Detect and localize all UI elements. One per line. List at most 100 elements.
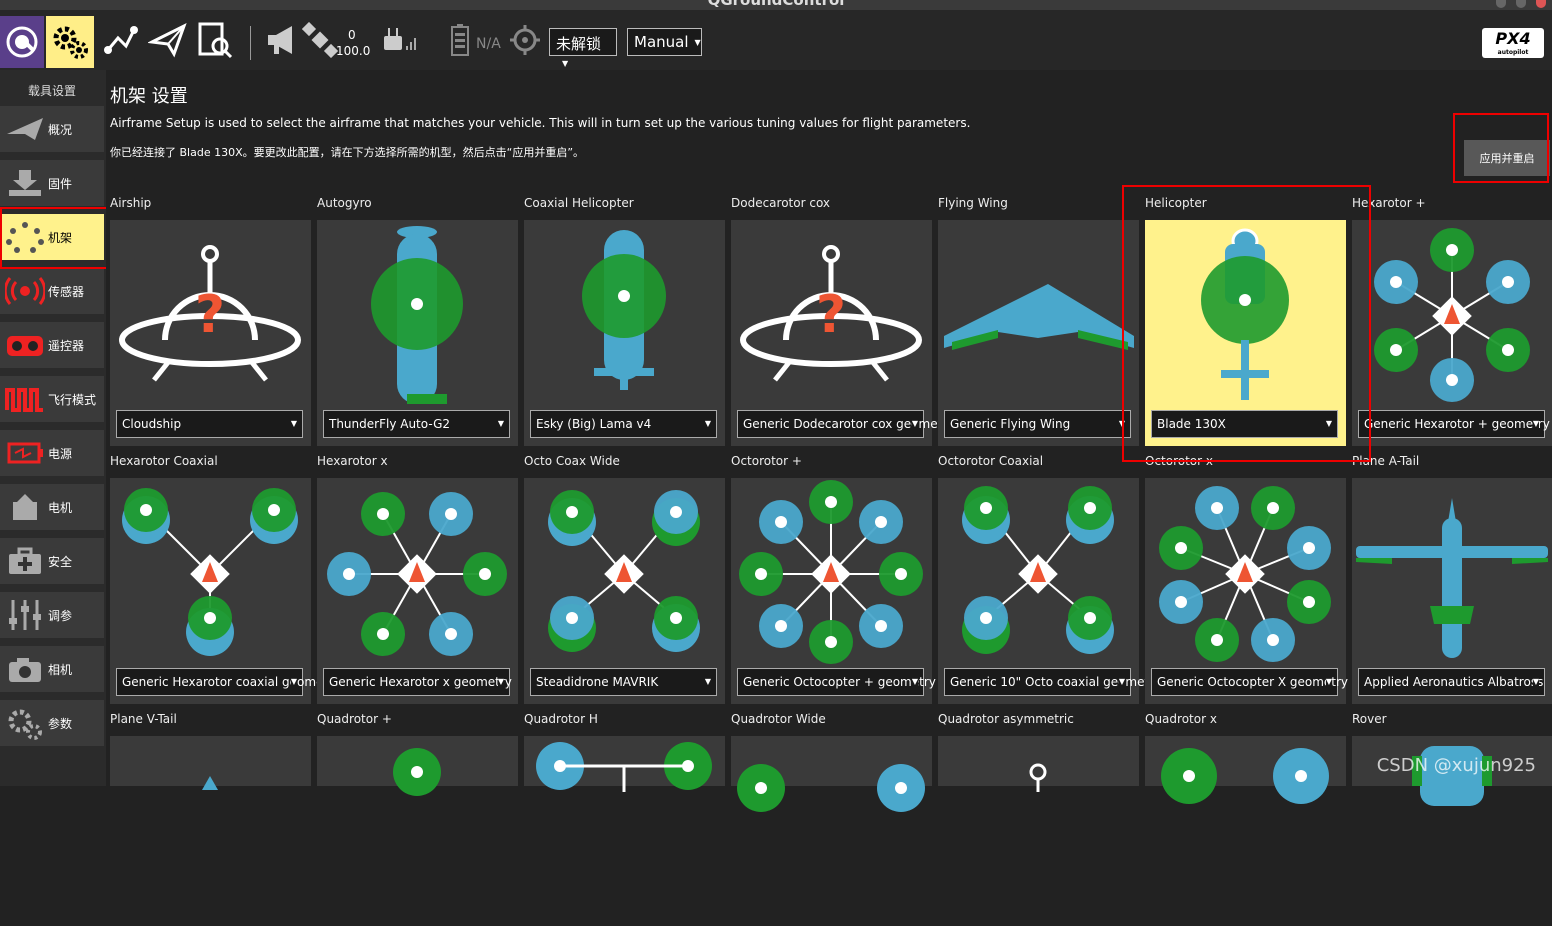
sidebar-item-label: 传感器 xyxy=(48,283,84,300)
airframe-group-label: Quadrotor Wide xyxy=(731,712,826,726)
sidebar-item-label: 固件 xyxy=(48,175,72,192)
airframe-tile[interactable]: Esky (Big) Lama v4▼ xyxy=(524,220,725,446)
sidebar-item-camera[interactable]: 相机 xyxy=(0,646,104,692)
satellite-count: 0 xyxy=(348,28,356,42)
gps-rtk-button[interactable] xyxy=(506,16,544,64)
sidebar-item-label: 调参 xyxy=(48,607,72,624)
chevron-down-icon: ▼ xyxy=(912,677,918,686)
power-icon xyxy=(4,432,46,474)
hdop-value: 100.0 xyxy=(336,44,370,58)
airframe-tile[interactable] xyxy=(524,736,725,786)
airframe-select[interactable]: Applied Aeronautics Albatross▼ xyxy=(1358,668,1545,696)
airframe-tile[interactable]: Applied Aeronautics Albatross▼ xyxy=(1352,478,1552,704)
airframe-select[interactable]: Esky (Big) Lama v4▼ xyxy=(530,410,717,438)
battery-value: N/A xyxy=(476,36,501,52)
airframe-tile[interactable]: Generic 10" Octo coaxial geometry▼ xyxy=(938,478,1139,704)
flight-mode-combo[interactable]: Manual▼ xyxy=(627,28,702,56)
paper-plane-icon xyxy=(148,20,188,60)
window-titlebar: QGroundControl xyxy=(0,0,1552,10)
airframe-select[interactable]: Generic Flying Wing▼ xyxy=(944,410,1131,438)
fly-view-button[interactable] xyxy=(144,16,192,64)
airframe-tile[interactable]: ?Cloudship▼ xyxy=(110,220,311,446)
airframe-select-value: Steadidrone MAVRIK xyxy=(536,675,658,689)
arm-state-value: 未解锁 xyxy=(556,35,601,53)
octo-x-icon xyxy=(1145,478,1346,668)
svg-text:?: ? xyxy=(816,285,846,345)
px4-logo-text: PX4 xyxy=(1495,29,1530,48)
airframe-select[interactable]: Steadidrone MAVRIK▼ xyxy=(530,668,717,696)
airframe-tile[interactable]: Generic Octocopter + geometry▼ xyxy=(731,478,932,704)
airframe-tile[interactable] xyxy=(938,736,1139,786)
main-toolbar: 0 100.0 N/A 未解锁▼ Manual▼ PX4autopilot xyxy=(0,10,1552,70)
airframe-tile[interactable] xyxy=(110,736,311,786)
analyze-button[interactable] xyxy=(190,16,238,64)
chevron-down-icon: ▼ xyxy=(912,419,918,428)
chevron-down-icon: ▼ xyxy=(1119,677,1125,686)
airframe-select[interactable]: Generic Dodecarotor cox geometry▼ xyxy=(737,410,924,438)
download-icon xyxy=(4,162,46,204)
airframe-select-value: Generic Hexarotor + geometry xyxy=(1364,417,1550,431)
camera-icon xyxy=(4,648,46,690)
airframe-tile[interactable]: Steadidrone MAVRIK▼ xyxy=(524,478,725,704)
analyze-doc-icon xyxy=(194,20,234,60)
sidebar-item-firmware[interactable]: 固件 xyxy=(0,160,104,206)
airframe-group-label: Quadrotor + xyxy=(317,712,392,726)
sidebar-item-motors[interactable]: 电机 xyxy=(0,484,104,530)
airframe-tile[interactable]: ? Generic Dodecarotor cox geometry▼ xyxy=(731,220,932,446)
airframe-tile[interactable]: Generic Hexarotor coaxial geometry▼ xyxy=(110,478,311,704)
radio-icon xyxy=(4,324,46,366)
quad-asym-icon xyxy=(938,736,1139,926)
quad-x-icon xyxy=(1145,736,1346,926)
hex-plus-icon xyxy=(1352,220,1552,410)
battery-button[interactable] xyxy=(446,16,474,64)
gears-icon xyxy=(50,22,90,62)
airframe-select[interactable]: Generic Hexarotor coaxial geometry▼ xyxy=(116,668,303,696)
airframe-select[interactable]: Cloudship▼ xyxy=(116,410,303,438)
arm-state-combo[interactable]: 未解锁▼ xyxy=(549,28,617,56)
sidebar-item-sensors[interactable]: 传感器 xyxy=(0,268,104,314)
airframe-select-value: Cloudship xyxy=(122,417,181,431)
sidebar-item-parameters[interactable]: 参数 xyxy=(0,700,104,746)
airframe-tile[interactable]: ThunderFly Auto-G2▼ xyxy=(317,220,518,446)
airframe-select[interactable]: Generic Octocopter X geometry▼ xyxy=(1151,668,1338,696)
airframe-group-label: Autogyro xyxy=(317,196,372,210)
chevron-down-icon: ▼ xyxy=(562,59,568,68)
sidebar-item-tuning[interactable]: 调参 xyxy=(0,592,104,638)
airframe-group-label: Dodecarotor cox xyxy=(731,196,830,210)
qgc-logo-icon xyxy=(5,25,39,59)
plane-vtail-icon xyxy=(110,736,311,926)
airframe-tile[interactable]: Generic Octocopter X geometry▼ xyxy=(1145,478,1346,704)
airframe-tile[interactable] xyxy=(731,736,932,786)
rc-rssi-button[interactable] xyxy=(378,16,418,64)
airframe-select[interactable]: Generic Hexarotor + geometry▼ xyxy=(1358,410,1545,438)
gps-status-button[interactable] xyxy=(300,16,340,64)
airframe-select[interactable]: Generic 10" Octo coaxial geometry▼ xyxy=(944,668,1131,696)
airframe-select-value: Generic Octocopter + geometry xyxy=(743,675,936,689)
airframe-tile[interactable] xyxy=(317,736,518,786)
sidebar-item-power[interactable]: 电源 xyxy=(0,430,104,476)
sidebar-item-label: 概况 xyxy=(48,121,72,138)
hex-x-icon xyxy=(317,478,518,668)
sidebar-item-safety[interactable]: 安全 xyxy=(0,538,104,584)
airframe-tile[interactable]: Generic Hexarotor x geometry▼ xyxy=(317,478,518,704)
airframe-select-value: Generic Dodecarotor cox geometry xyxy=(743,417,954,431)
airframe-select[interactable]: Generic Octocopter + geometry▼ xyxy=(737,668,924,696)
vehicle-setup-button[interactable] xyxy=(46,16,94,68)
airframe-select-value: Generic Octocopter X geometry xyxy=(1157,675,1348,689)
airframe-tile[interactable] xyxy=(1145,736,1346,786)
messages-button[interactable] xyxy=(258,16,306,64)
airframe-select[interactable]: ThunderFly Auto-G2▼ xyxy=(323,410,510,438)
sidebar-item-flight-modes[interactable]: 飞行模式 xyxy=(0,376,104,422)
sidebar-item-summary[interactable]: 概况 xyxy=(0,106,104,152)
airframe-tile[interactable]: Generic Hexarotor + geometry▼ xyxy=(1352,220,1552,446)
airframe-tile[interactable]: Generic Flying Wing▼ xyxy=(938,220,1139,446)
plan-view-button[interactable] xyxy=(96,16,144,64)
qgc-logo-button[interactable] xyxy=(0,16,44,68)
highlight-box-airframe xyxy=(0,207,118,269)
chevron-down-icon: ▼ xyxy=(1326,677,1332,686)
quad-plus-icon xyxy=(317,736,518,926)
crosshair-icon xyxy=(509,24,541,56)
px4-logo: PX4autopilot xyxy=(1482,28,1544,58)
airframe-select[interactable]: Generic Hexarotor x geometry▼ xyxy=(323,668,510,696)
sidebar-item-radio[interactable]: 遥控器 xyxy=(0,322,104,368)
